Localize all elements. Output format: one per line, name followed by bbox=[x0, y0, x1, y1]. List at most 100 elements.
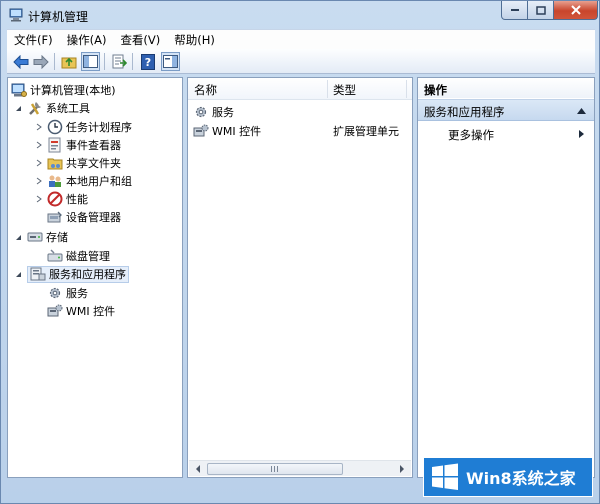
close-icon bbox=[570, 5, 581, 15]
export-list-button[interactable] bbox=[109, 52, 128, 71]
clock-icon bbox=[47, 119, 63, 135]
shared-folder-icon bbox=[47, 158, 63, 170]
actions-header: 操作 bbox=[418, 78, 594, 98]
tree-label-services-apps: 服务和应用程序 bbox=[49, 268, 126, 281]
scroll-left-button[interactable] bbox=[190, 462, 206, 476]
tree-label-storage: 存储 bbox=[46, 231, 68, 244]
export-list-icon bbox=[112, 54, 127, 68]
tree-item-shared-folders[interactable]: 共享文件夹 bbox=[36, 154, 121, 172]
svg-text:?: ? bbox=[144, 56, 150, 69]
selected-tree-node[interactable]: 服务和应用程序 bbox=[27, 265, 129, 283]
tree-item-storage[interactable]: 存储 bbox=[15, 228, 68, 246]
expanded-arrow-icon[interactable] bbox=[15, 105, 22, 112]
forward-arrow-icon bbox=[33, 54, 49, 69]
tree-item-task-scheduler[interactable]: 任务计划程序 bbox=[36, 118, 132, 136]
tree-item-device-manager[interactable]: 设备管理器 bbox=[47, 208, 121, 226]
expanded-arrow-icon[interactable] bbox=[15, 271, 22, 278]
watermark-logo: Win8系统之家 bbox=[423, 457, 593, 497]
tree-item-event-viewer[interactable]: 事件查看器 bbox=[36, 136, 121, 154]
minimize-icon bbox=[510, 9, 519, 11]
collapsed-arrow-icon[interactable] bbox=[36, 159, 42, 167]
menu-file[interactable]: 文件(F) bbox=[7, 32, 60, 48]
show-hide-console-tree-button[interactable] bbox=[81, 52, 100, 71]
computer-management-icon bbox=[11, 83, 27, 97]
list-item[interactable]: WMI 控件 扩展管理单元 bbox=[193, 122, 409, 140]
collapsed-arrow-icon[interactable] bbox=[36, 195, 42, 203]
title-bar[interactable]: 计算机管理 bbox=[1, 1, 599, 29]
column-divider[interactable] bbox=[327, 80, 328, 98]
collapsed-arrow-icon[interactable] bbox=[36, 177, 42, 185]
back-button[interactable] bbox=[11, 52, 30, 71]
forward-button[interactable] bbox=[31, 52, 50, 71]
users-group-icon bbox=[49, 175, 61, 187]
tree-label-services: 服务 bbox=[66, 287, 88, 300]
menu-view[interactable]: 查看(V) bbox=[113, 32, 167, 48]
submenu-arrow-icon[interactable] bbox=[579, 130, 584, 138]
toolbar: ? bbox=[7, 49, 595, 74]
tree-label-disk-management: 磁盘管理 bbox=[66, 250, 110, 263]
scrollbar-thumb[interactable] bbox=[207, 463, 343, 475]
menu-bar: 文件(F) 操作(A) 查看(V) 帮助(H) bbox=[7, 29, 595, 49]
console-tree-icon bbox=[83, 55, 98, 68]
computer-management-window: 计算机管理 文件(F) 操作(A) 查看(V) 帮助(H) ? 计算机管理(本地… bbox=[0, 0, 600, 504]
toolbar-separator bbox=[132, 53, 133, 70]
maximize-icon bbox=[535, 5, 546, 15]
toolbar-separator bbox=[54, 53, 55, 70]
menu-help[interactable]: 帮助(H) bbox=[167, 32, 222, 48]
close-button[interactable] bbox=[554, 1, 598, 20]
up-level-button[interactable] bbox=[59, 52, 78, 71]
show-hide-action-pane-button[interactable] bbox=[161, 52, 180, 71]
tree-item-services-apps[interactable]: 服务和应用程序 bbox=[15, 265, 129, 283]
device-manager-icon bbox=[47, 211, 62, 223]
column-header-name[interactable]: 名称 bbox=[194, 82, 217, 98]
collapsed-arrow-icon[interactable] bbox=[36, 123, 42, 131]
disk-management-icon bbox=[47, 249, 63, 262]
results-list-pane[interactable]: 名称 类型 服务 WMI 控件 扩展管理单元 bbox=[187, 77, 413, 478]
storage-icon bbox=[27, 232, 43, 242]
scroll-right-arrow-icon bbox=[400, 465, 404, 473]
collapse-up-icon[interactable] bbox=[577, 108, 586, 114]
console-tree-pane[interactable]: 计算机管理(本地) 系统工具 任务计划程序 事件查看器 共享文件夹 本地用户和组 bbox=[7, 77, 183, 478]
event-viewer-icon bbox=[48, 137, 61, 153]
collapsed-arrow-icon[interactable] bbox=[36, 141, 42, 149]
action-pane-icon bbox=[163, 55, 178, 68]
scroll-right-button[interactable] bbox=[394, 462, 410, 476]
gear-icon bbox=[195, 106, 207, 118]
tree-item-disk-management[interactable]: 磁盘管理 bbox=[47, 247, 110, 265]
list-item[interactable]: 服务 bbox=[193, 103, 409, 121]
help-button[interactable]: ? bbox=[138, 52, 157, 71]
list-item-type: 扩展管理单元 bbox=[333, 125, 399, 138]
column-header-type[interactable]: 类型 bbox=[333, 82, 356, 98]
tree-item-system-tools[interactable]: 系统工具 bbox=[15, 99, 90, 117]
minimize-button[interactable] bbox=[501, 1, 528, 20]
list-item-name: WMI 控件 bbox=[212, 125, 262, 138]
more-actions-link[interactable]: 更多操作 bbox=[448, 127, 494, 143]
expanded-arrow-icon[interactable] bbox=[15, 234, 22, 241]
menu-action[interactable]: 操作(A) bbox=[60, 32, 114, 48]
window-title: 计算机管理 bbox=[28, 10, 89, 24]
tree-label-root: 计算机管理(本地) bbox=[30, 84, 116, 97]
tree-label-task-scheduler: 任务计划程序 bbox=[66, 121, 132, 134]
wmi-control-icon bbox=[47, 304, 63, 317]
tree-item-services[interactable]: 服务 bbox=[47, 284, 88, 302]
back-arrow-icon bbox=[12, 54, 28, 69]
actions-pane: 操作 服务和应用程序 更多操作 bbox=[417, 77, 595, 478]
actions-section-label: 服务和应用程序 bbox=[424, 105, 505, 119]
scroll-left-arrow-icon bbox=[196, 465, 200, 473]
system-tools-icon bbox=[29, 102, 41, 115]
toolbar-separator bbox=[104, 53, 105, 70]
computer-management-icon bbox=[9, 8, 23, 22]
tree-item-local-users[interactable]: 本地用户和组 bbox=[36, 172, 132, 190]
tree-item-performance[interactable]: 性能 bbox=[36, 190, 88, 208]
performance-icon bbox=[47, 191, 63, 207]
list-header: 名称 类型 bbox=[188, 78, 412, 100]
column-divider[interactable] bbox=[406, 80, 407, 98]
tree-item-wmi[interactable]: WMI 控件 bbox=[47, 302, 115, 320]
windows-logo-icon bbox=[432, 463, 458, 490]
actions-section-services-apps[interactable]: 服务和应用程序 bbox=[418, 99, 594, 121]
gear-icon bbox=[49, 287, 61, 299]
horizontal-scrollbar[interactable] bbox=[189, 460, 411, 476]
tree-item-root[interactable]: 计算机管理(本地) bbox=[11, 81, 116, 99]
watermark-text: Win8系统之家 bbox=[466, 469, 576, 488]
maximize-button[interactable] bbox=[528, 1, 554, 20]
